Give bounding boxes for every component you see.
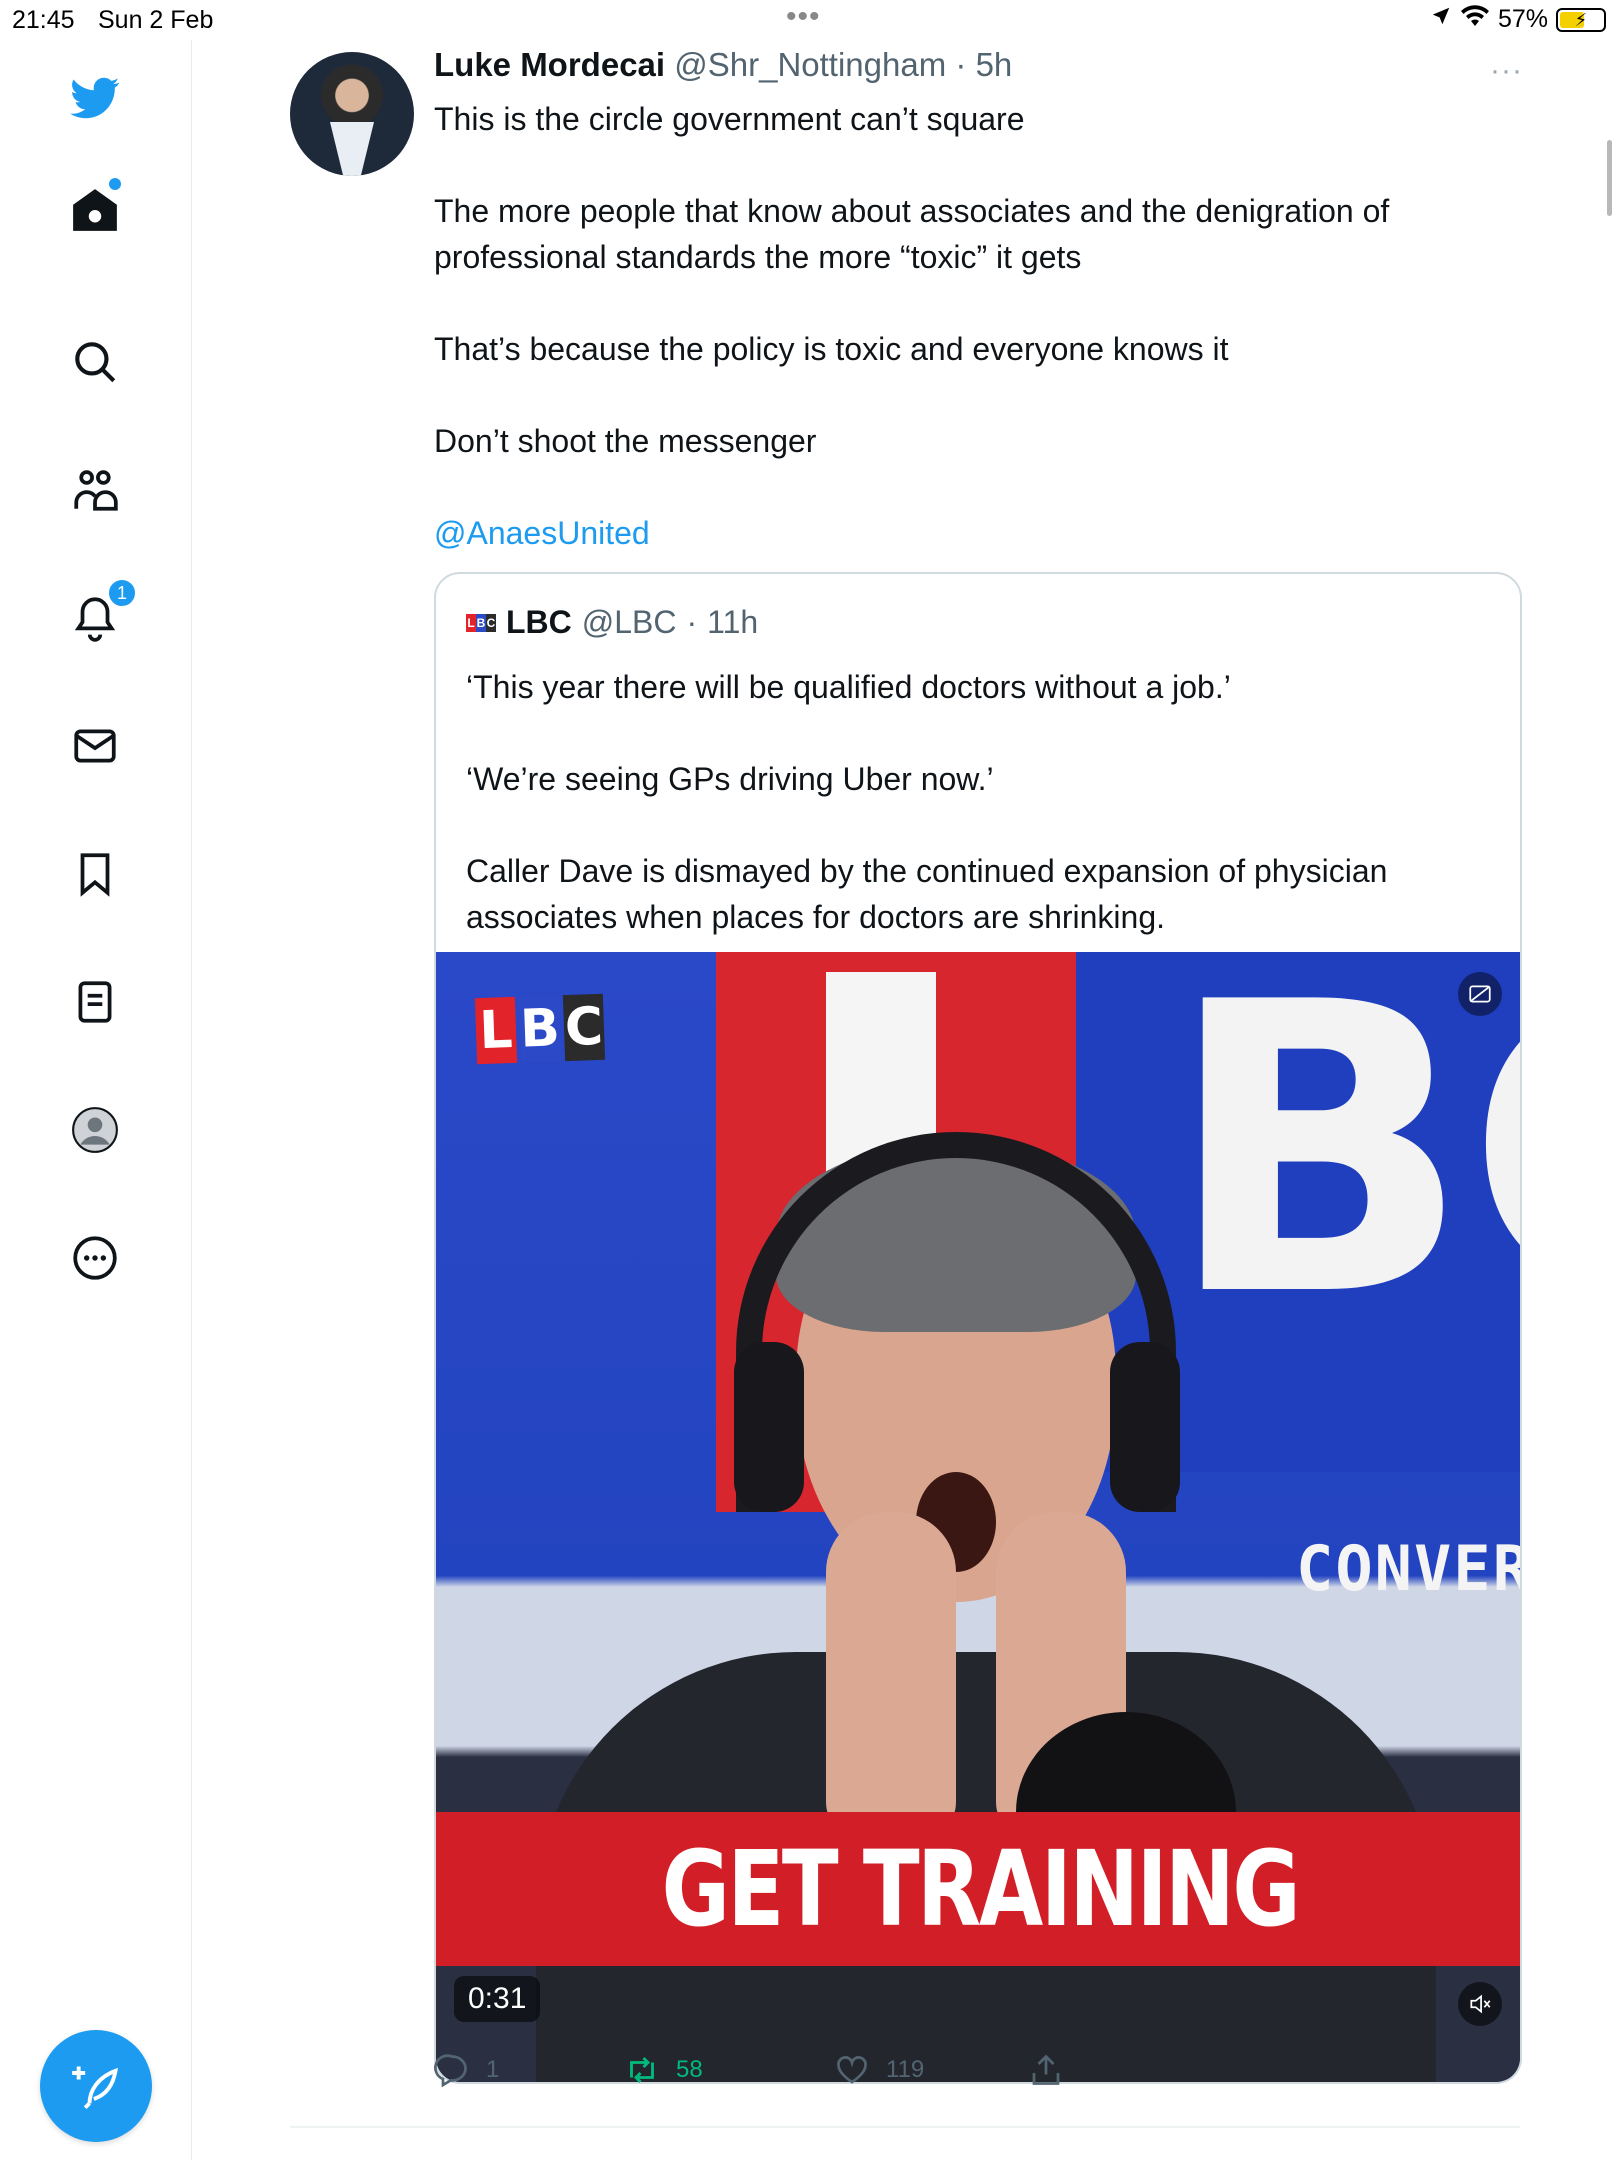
lbc-mini-c: C <box>486 613 496 632</box>
lbc-mini-b: B <box>476 613 486 632</box>
search-icon[interactable] <box>63 330 127 394</box>
tweet-more-icon[interactable]: ··· <box>1490 54 1523 88</box>
status-date: Sun 2 Feb <box>98 6 214 34</box>
location-icon <box>1430 5 1452 34</box>
tweet-line: That’s because the policy is toxic and e… <box>434 331 1229 367</box>
author-name[interactable]: Luke Mordecai <box>434 46 665 83</box>
battery-icon: ⚡ <box>1556 7 1606 32</box>
quote-header: L B C LBC @LBC · 11h <box>466 604 758 641</box>
battery-percent: 57% <box>1497 5 1548 33</box>
quote-line: ‘We’re seeing GPs driving Uber now.’ <box>466 761 994 797</box>
tweet-line <box>434 464 1514 510</box>
reply-button[interactable]: 1 <box>434 2052 499 2088</box>
lbc-avatar[interactable]: L B C <box>466 613 496 632</box>
quote-line <box>466 710 1486 756</box>
like-count: 119 <box>886 2056 925 2083</box>
quote-text: ‘This year there will be qualified docto… <box>466 664 1486 940</box>
messages-icon[interactable] <box>63 714 127 778</box>
lbc-logo-l: L <box>474 996 518 1065</box>
heart-icon <box>837 2056 867 2084</box>
status-bar: 21:45 Sun 2 Feb ••• 57% ⚡ <box>0 0 1620 40</box>
bookmarks-icon[interactable] <box>63 842 127 906</box>
twitter-logo-icon[interactable] <box>63 66 127 130</box>
studio-letter-b: B <box>1166 952 1471 1384</box>
quote-author-handle: @LBC <box>581 604 677 640</box>
quote-author-name: LBC <box>506 604 572 640</box>
video-duration: 0:31 <box>454 1976 541 2022</box>
tweet-actions: 1 58 119 <box>434 2052 1522 2102</box>
like-button[interactable]: 119 <box>834 2052 924 2088</box>
tweet-line: Don’t shoot the messenger <box>434 423 817 459</box>
share-icon <box>1032 2054 1060 2085</box>
lbc-mini-l: L <box>466 613 476 632</box>
tweet-line <box>434 280 1514 326</box>
tweet-line: This is the circle government can’t squa… <box>434 101 1025 137</box>
communities-icon[interactable] <box>63 458 127 522</box>
retweet-icon <box>630 2056 654 2084</box>
quote-separator: · <box>686 604 698 640</box>
quote-line: ‘This year there will be qualified docto… <box>466 669 1231 705</box>
scrollbar[interactable] <box>1607 140 1612 216</box>
share-button[interactable] <box>1028 2052 1064 2088</box>
tweet-line: The more people that know about associat… <box>434 193 1390 275</box>
lbc-logo: L B C <box>474 993 606 1065</box>
more-icon[interactable] <box>63 1226 127 1290</box>
lbc-logo-c: C <box>562 993 606 1062</box>
captions-icon[interactable] <box>1458 972 1502 1016</box>
quote-age: 11h <box>707 604 759 640</box>
status-time: 21:45 <box>12 6 75 34</box>
tweet-divider <box>290 2126 1520 2128</box>
quote-line <box>466 802 1486 848</box>
tweet-line <box>434 372 1514 418</box>
video-caption-bar: GET TRAINING <box>436 1812 1520 1966</box>
video-caption: GET TRAINING <box>661 1828 1301 1950</box>
lists-icon[interactable] <box>63 970 127 1034</box>
headphone-right <box>1110 1342 1180 1512</box>
mute-icon[interactable] <box>1458 1982 1502 2026</box>
home-new-dot <box>109 178 121 190</box>
tweet-text: This is the circle government can’t squa… <box>434 96 1514 556</box>
profile-icon[interactable] <box>63 1098 127 1162</box>
retweet-button[interactable]: 58 <box>624 2052 703 2088</box>
notifications-icon[interactable]: 1 <box>63 578 137 650</box>
studio-backdrop-text: CONVERS <box>1296 1532 1520 1605</box>
retweet-count: 58 <box>676 2056 703 2083</box>
status-right: 57% ⚡ <box>1430 4 1606 35</box>
author-handle[interactable]: @Shr_Nottingham <box>674 46 946 83</box>
sidebar-nav: 1 <box>0 40 192 2160</box>
presenter-hand-left <box>826 1512 956 1842</box>
reply-count: 1 <box>486 2056 500 2083</box>
reply-icon <box>434 2054 467 2088</box>
feather-plus-icon <box>72 2066 118 2110</box>
wifi-icon <box>1460 4 1490 35</box>
quote-line: Caller Dave is dismayed by the continued… <box>466 853 1388 935</box>
header-separator: · <box>955 46 967 83</box>
video-player[interactable]: B C CONVERS L B C GET TRAINING <box>436 952 1520 2082</box>
avatar[interactable] <box>290 52 414 176</box>
notification-count-badge: 1 <box>107 578 137 608</box>
compose-tweet-button[interactable] <box>40 2030 152 2142</box>
lbc-logo-b: B <box>518 995 562 1063</box>
quoted-tweet[interactable]: L B C LBC @LBC · 11h ‘This year there wi… <box>434 572 1522 2084</box>
mention-link[interactable]: @AnaesUnited <box>434 515 650 551</box>
multitasking-dots[interactable]: ••• <box>786 0 821 34</box>
home-icon[interactable] <box>63 178 127 242</box>
headphone-left <box>734 1342 804 1512</box>
tweet-header: Luke Mordecai @Shr_Nottingham · 5h <box>434 46 1012 84</box>
tweet-age[interactable]: 5h <box>976 46 1013 83</box>
tweet-line <box>434 142 1514 188</box>
